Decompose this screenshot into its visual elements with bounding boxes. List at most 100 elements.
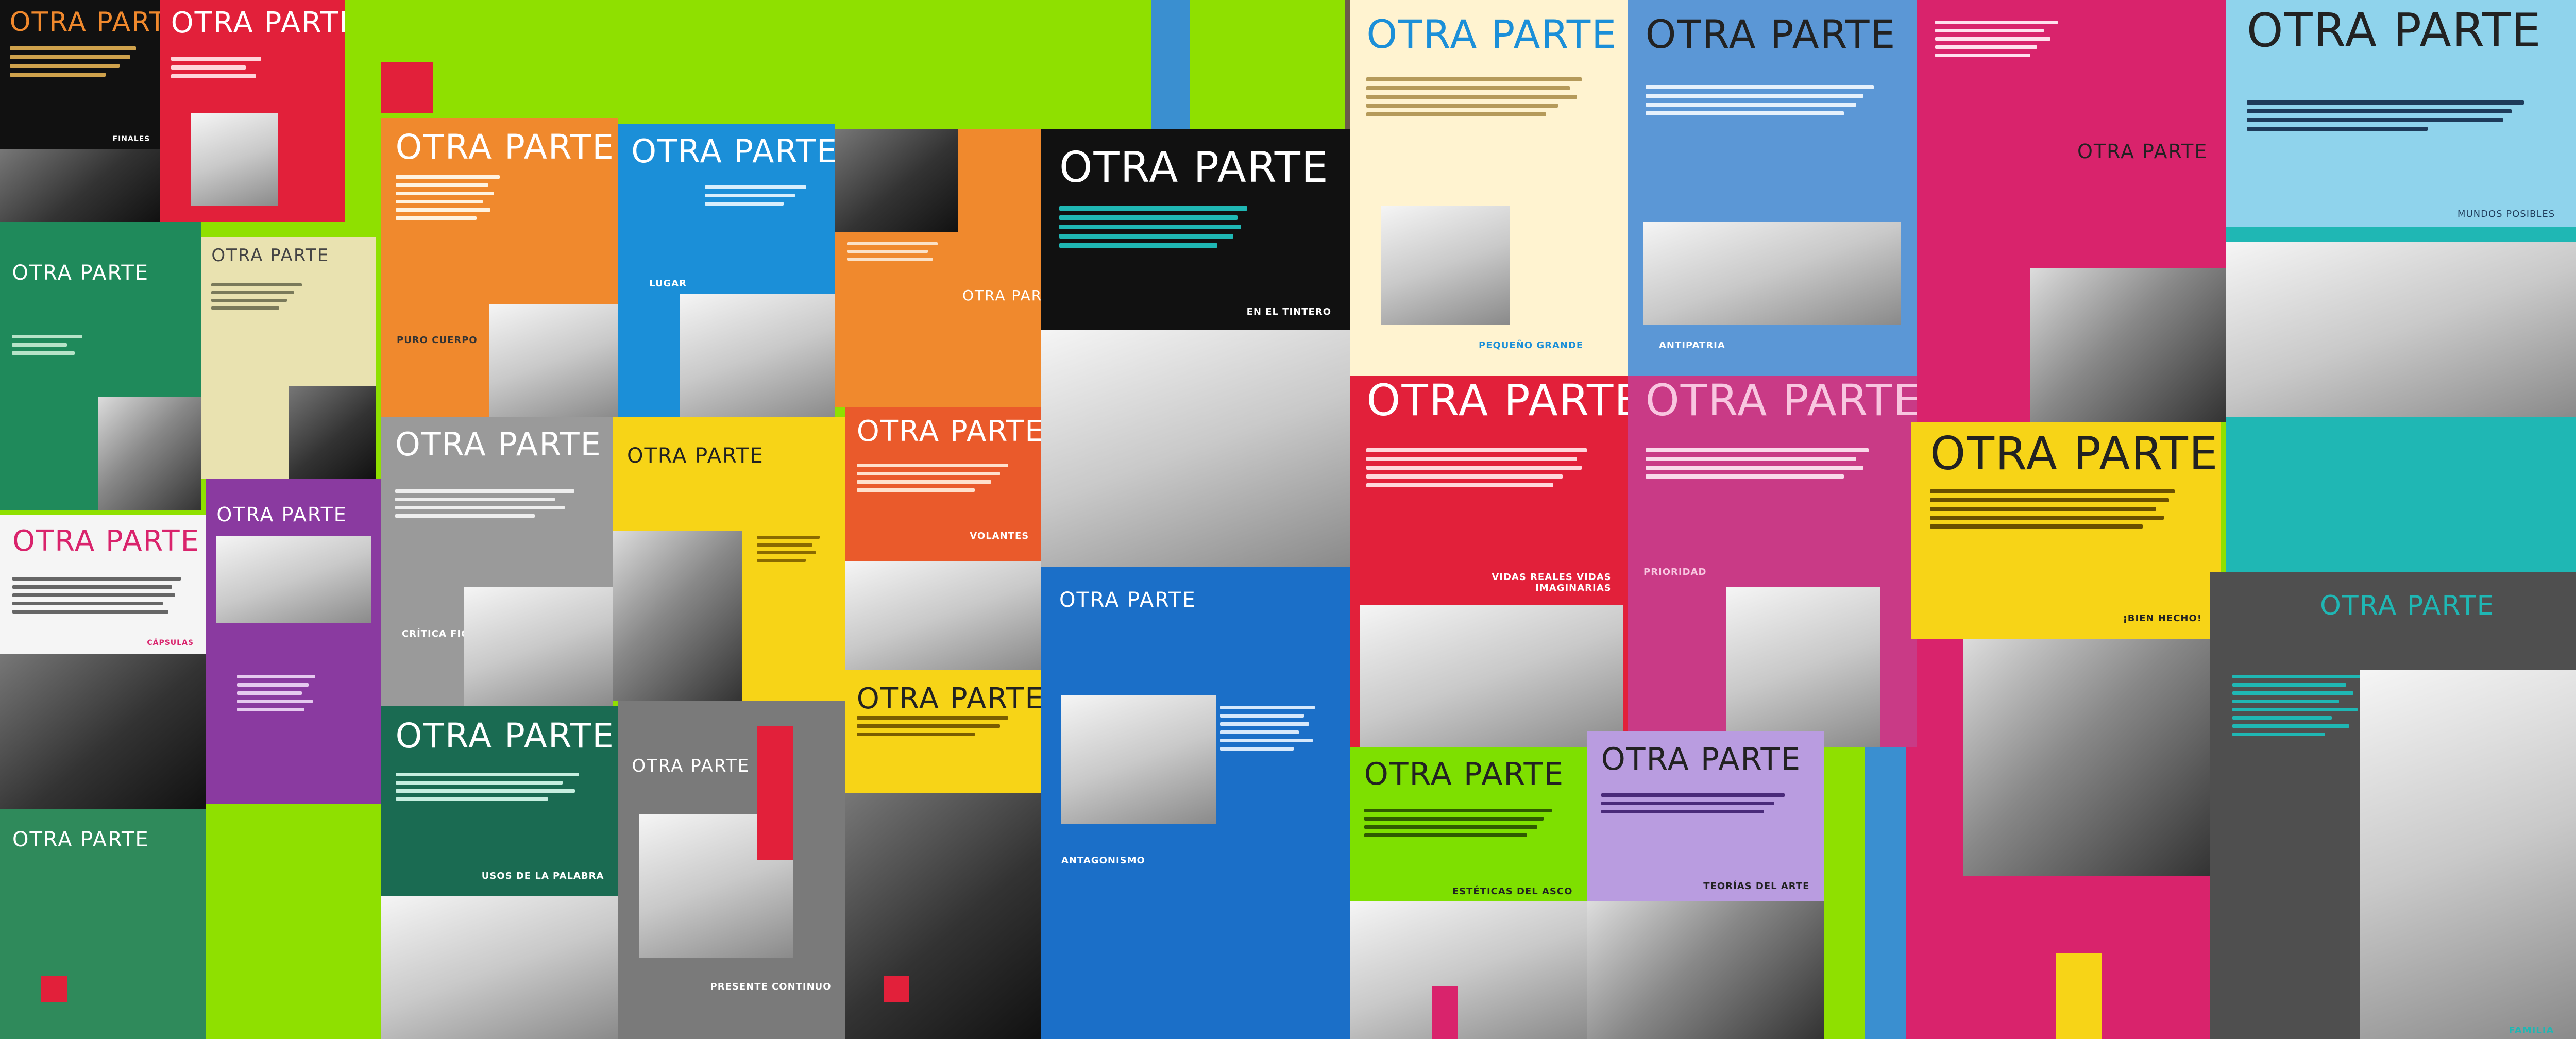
roots-photo (1963, 639, 2210, 876)
cover-photo (381, 896, 618, 1039)
magazine-cover[interactable]: OTRA PARTE (0, 222, 201, 510)
cover-subtitle: ANTIPATRIA (1659, 340, 1725, 351)
cover-photo (98, 397, 201, 510)
cover-contents (12, 335, 90, 360)
magazine-cover[interactable]: OTRA PARTE PURO CUERPO (381, 118, 618, 417)
cover-photo (1643, 222, 1901, 325)
magazine-cover[interactable]: OTRA PARTE PEQUEÑO GRANDE (1350, 0, 1628, 376)
cover-contents (2232, 675, 2375, 741)
cover-title: OTRA PARTE (632, 756, 750, 776)
magazine-cover[interactable]: OTRA PARTE ¡BIEN HECHO! (1911, 422, 2221, 639)
cover-photo (845, 561, 1041, 670)
cover-contents (395, 489, 595, 522)
cover-contents (757, 536, 826, 567)
cover-contents (1935, 21, 2071, 62)
magazine-cover[interactable]: OTRA PARTE CRÍTICA FICCIÓN (381, 417, 613, 706)
cover-photo (1041, 330, 1350, 567)
cover-title: OTRA PARTE (962, 287, 1041, 304)
cover-title: OTRA PARTE (2077, 140, 2208, 163)
magazine-cover[interactable]: OTRA PARTE ANTIPATRIA (1628, 0, 1917, 376)
magazine-cover[interactable]: OTRA PARTE FINALES (0, 0, 160, 222)
magazine-cover[interactable]: OTRA PARTE (0, 809, 206, 1039)
cover-title: OTRA PARTE (395, 127, 615, 167)
magazine-cover[interactable]: OTRA PARTE VOLANTES (845, 407, 1041, 670)
cover-title: OTRA PARTE (2246, 4, 2542, 58)
cover-subtitle: PURO CUERPO (397, 335, 478, 346)
cover-title: OTRA PARTE (1364, 756, 1565, 792)
magazine-cover[interactable]: OTRA PARTE (845, 670, 1041, 1039)
cover-subtitle: USOS DE LA PALABRA (481, 871, 604, 881)
decorative-square (1432, 986, 1458, 1039)
cover-photo (2360, 670, 2576, 1039)
cover-subtitle: ANTAGONISMO (1061, 855, 1145, 866)
cover-photo (1726, 587, 1880, 747)
cover-subtitle: PEQUEÑO GRANDE (1479, 340, 1584, 351)
magazine-cover[interactable]: OTRA PARTE USOS DE LA PALABRA (381, 706, 618, 1039)
cover-subtitle: VOLANTES (970, 531, 1029, 541)
cover-photo (0, 149, 160, 222)
magazine-cover[interactable]: OTRA PARTE VIDAS REALES VIDAS IMAGINARIA… (1350, 376, 1628, 747)
cover-contents (1601, 793, 1805, 818)
magazine-cover[interactable]: OTRA PARTE EN EL TINTERO (1041, 129, 1350, 567)
cover-subtitle: TEORÍAS DEL ARTE (1703, 881, 1810, 892)
cover-contents (856, 716, 1025, 741)
cover-contents (171, 57, 271, 83)
cover-subtitle: ¡BIEN HECHO! (2123, 613, 2202, 624)
cover-subtitle: FINALES (112, 135, 150, 143)
cover-photo (845, 793, 1041, 1039)
cover-title: OTRA PARTE (1059, 588, 1196, 612)
cover-contents (9, 46, 147, 81)
magazine-cover[interactable]: OTRA PARTE (160, 0, 345, 222)
magazine-cover[interactable]: OTRA PARTE CÁPSULAS (0, 515, 206, 809)
cover-photo (1587, 901, 1824, 1039)
cover-photo (0, 654, 206, 809)
cover-title: OTRA PARTE (12, 524, 200, 558)
magazine-cover[interactable]: OTRA PARTE PRIORIDAD (1628, 376, 1917, 747)
magazine-cover[interactable]: OTRA PARTE PRESENTE CONTINUO (618, 701, 845, 1039)
cover-title: OTRA PARTE (1059, 143, 1329, 192)
magazine-cover[interactable]: OTRA PARTE LUGAR (618, 124, 835, 417)
magazine-cover[interactable]: OTRA PARTE MUNDOS POSIBLES (2226, 0, 2576, 227)
cover-contents (705, 185, 817, 210)
magazine-cover[interactable]: OTRA PARTE ESTÉTICAS DEL ASCO (1350, 747, 1587, 1039)
cover-contents (1059, 206, 1257, 252)
cover-title: OTRA PARTE (856, 415, 1041, 449)
magazine-cover[interactable]: OTRA PARTE (1917, 0, 2226, 422)
decorative-square (2056, 953, 2102, 1039)
cover-photo (680, 294, 835, 417)
magazine-cover[interactable]: OTRA PARTE ANTAGONISMO (1041, 567, 1350, 1039)
magazine-cover[interactable]: OTRA PARTE (201, 237, 376, 479)
cover-contents (395, 175, 512, 225)
cover-title: OTRA PARTE (627, 444, 764, 468)
cover-title: OTRA PARTE (631, 132, 835, 170)
magazine-cover[interactable]: OTRA PARTE (206, 479, 381, 804)
cover-subtitle: LUGAR (649, 278, 687, 289)
cover-title: OTRA PARTE (2320, 590, 2495, 621)
cover-photo (289, 386, 376, 479)
cover-title: OTRA PARTE (395, 425, 602, 464)
cover-subtitle: PRIORIDAD (1643, 567, 1707, 577)
cover-photo (489, 304, 618, 417)
magazine-cover[interactable]: OTRA PARTE FAMILIA (2210, 572, 2576, 1039)
cover-subtitle: VIDAS REALES VIDAS IMAGINARIAS (1492, 572, 1612, 593)
cover-contents (1645, 85, 1894, 120)
cover-subtitle: EN EL TINTERO (1246, 306, 1331, 317)
decorative-square (381, 62, 433, 113)
cover-contents (856, 464, 1025, 497)
cover-contents (12, 577, 190, 618)
cover-photo (464, 587, 613, 706)
cover-title: OTRA PARTE (856, 682, 1041, 716)
cover-title: OTRA PARTE (12, 261, 149, 285)
magazine-cover[interactable]: OTRA PARTE (835, 129, 1041, 407)
magazine-cover[interactable]: OTRA PARTE TEORÍAS DEL ARTE (1587, 731, 1824, 1039)
cover-title: OTRA PARTE (1645, 11, 1896, 58)
cover-title: OTRA PARTE (216, 503, 347, 526)
cover-photo (835, 129, 958, 232)
cover-photo (2030, 268, 2226, 422)
cover-title: OTRA PARTE (1930, 427, 2219, 480)
magazine-cover[interactable]: OTRA PARTE (613, 417, 845, 701)
cover-contents (1364, 809, 1568, 842)
cover-subtitle: PRESENTE CONTINUO (710, 981, 832, 992)
cover-title: OTRA PARTE (1366, 11, 1618, 58)
cover-contents (1366, 448, 1605, 492)
